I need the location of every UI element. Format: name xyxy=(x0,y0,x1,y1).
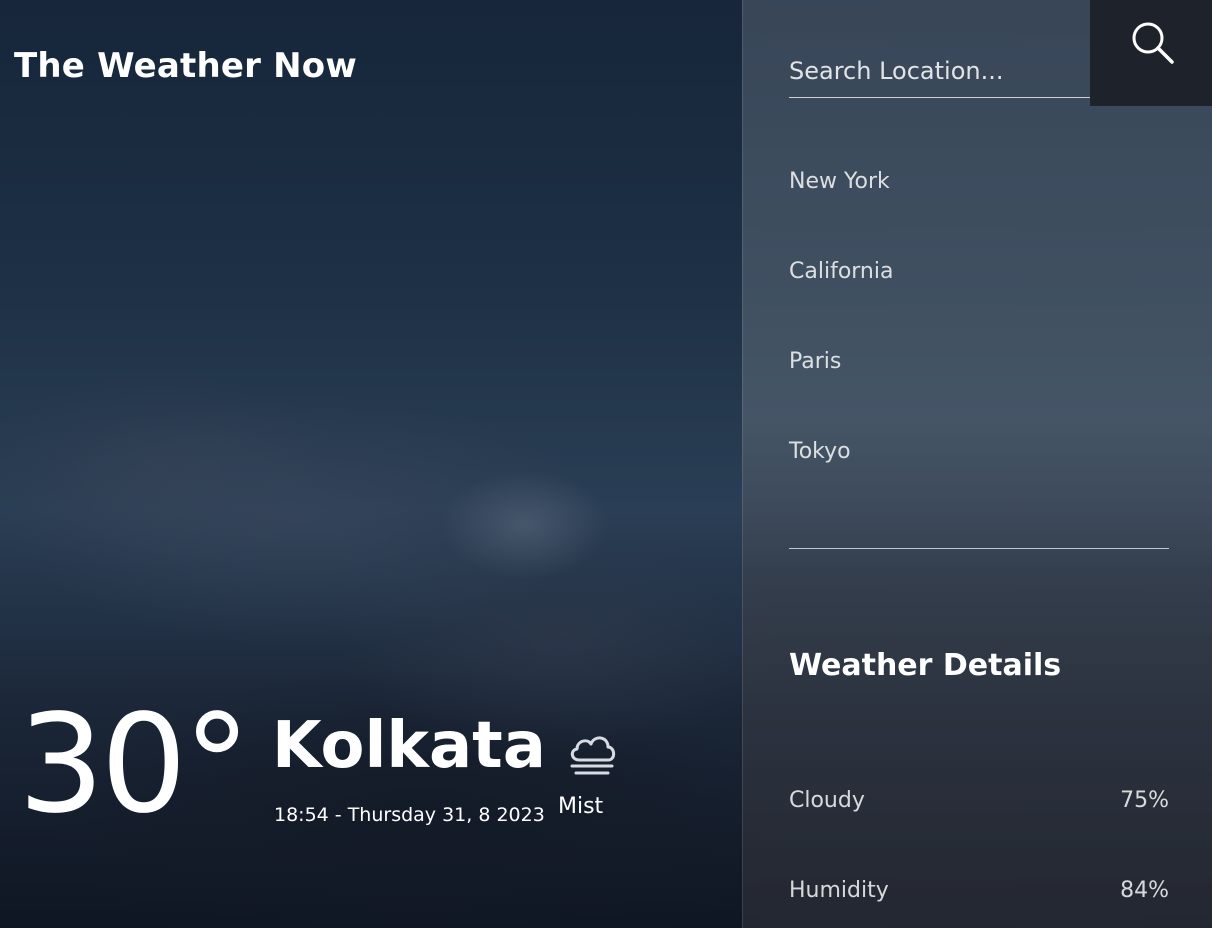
detail-row-humidity: Humidity 84% xyxy=(789,878,1169,903)
search-button[interactable] xyxy=(1090,0,1212,106)
cloud-mist-icon xyxy=(558,730,638,778)
detail-label: Humidity xyxy=(789,878,889,903)
divider xyxy=(789,548,1169,549)
city-block: Kolkata 18:54 - Thursday 31, 8 2023 xyxy=(272,706,546,826)
weather-app: The Weather Now 30° Kolkata 18:54 - Thur… xyxy=(0,0,1212,928)
condition-block: Mist xyxy=(558,730,638,819)
detail-row-cloudy: Cloudy 75% xyxy=(789,788,1169,813)
detail-label: Cloudy xyxy=(789,788,865,813)
side-panel: New York California Paris Tokyo Weather … xyxy=(742,0,1212,928)
detail-value: 75% xyxy=(1120,788,1169,813)
date-time: 18:54 - Thursday 31, 8 2023 xyxy=(274,804,545,826)
location-list: New York California Paris Tokyo xyxy=(789,160,893,520)
temperature-value: 30° xyxy=(18,686,251,844)
detail-value: 84% xyxy=(1120,878,1169,903)
condition-label: Mist xyxy=(558,794,604,819)
search-icon xyxy=(1128,22,1176,70)
location-item-new-york[interactable]: New York xyxy=(789,160,893,250)
brand-title: The Weather Now xyxy=(14,46,357,86)
weather-details-title: Weather Details xyxy=(789,648,1062,683)
background-cloud-highlight xyxy=(440,470,610,580)
search-input[interactable] xyxy=(789,44,1091,98)
city-name: Kolkata xyxy=(272,709,546,783)
location-item-tokyo[interactable]: Tokyo xyxy=(789,430,893,520)
location-item-california[interactable]: California xyxy=(789,250,893,340)
location-item-paris[interactable]: Paris xyxy=(789,340,893,430)
